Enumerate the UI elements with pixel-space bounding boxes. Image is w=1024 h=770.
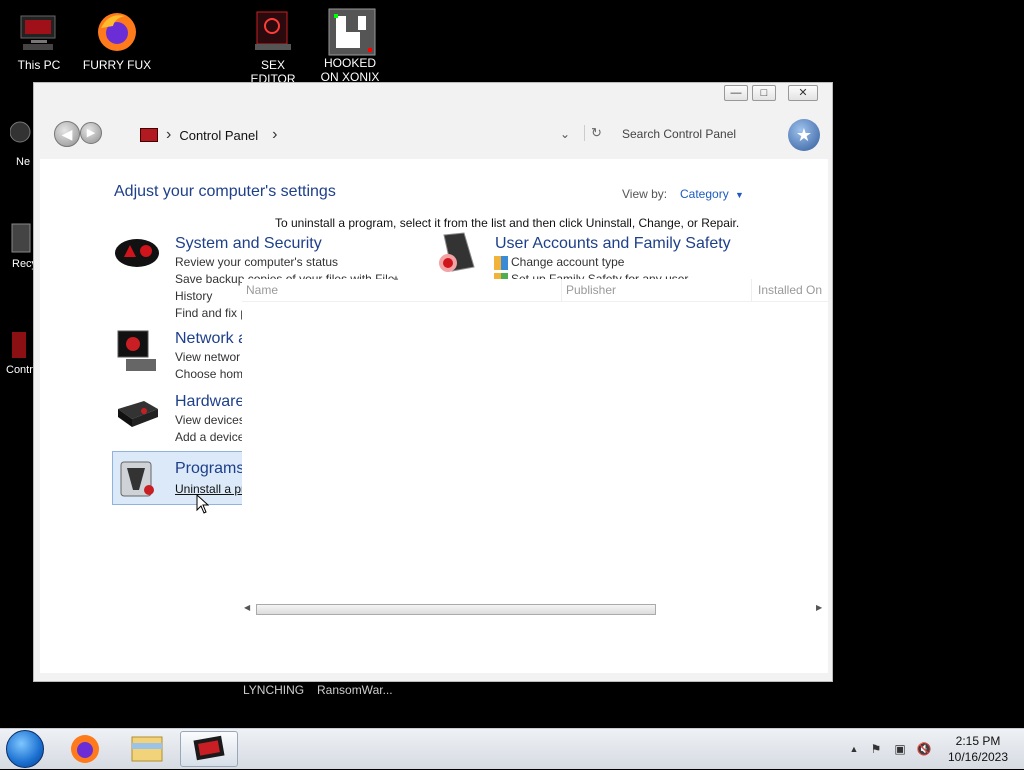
- favorites-star-icon[interactable]: ★: [788, 119, 820, 151]
- user-accounts-icon: [434, 231, 480, 275]
- control-panel-window: — □ ✕ ◀ ▶ › Control Panel › ⌄ ↻ Search C…: [33, 82, 833, 682]
- network-icon: [114, 327, 160, 371]
- desktop-icon-label: LYNCHING: [243, 683, 305, 697]
- column-header-installed-on[interactable]: Installed On: [754, 279, 828, 301]
- scroll-right-icon[interactable]: ▶: [816, 603, 822, 612]
- taskbar-firefox[interactable]: [58, 731, 112, 767]
- breadcrumb-separator[interactable]: ›: [272, 126, 277, 144]
- programs-icon: [117, 456, 157, 500]
- category-programs[interactable]: Programs: [175, 460, 244, 478]
- programs-list-panel: ▲ Name Publisher Installed On ◀ ▶: [242, 273, 828, 625]
- search-input[interactable]: Search Control Panel: [622, 127, 736, 141]
- link-uninstall-program[interactable]: Uninstall a pr: [175, 482, 245, 496]
- desktop-icon-label: RansomWar...: [317, 683, 393, 697]
- category-user-accounts[interactable]: User Accounts and Family Safety: [495, 235, 731, 253]
- editor-icon: [251, 10, 295, 54]
- view-by-value: Category: [680, 187, 729, 201]
- maximize-button[interactable]: □: [752, 85, 776, 101]
- taskbar-control-panel[interactable]: [180, 731, 238, 767]
- action-center-flag-icon[interactable]: ⚑: [868, 741, 884, 757]
- address-dropdown-button[interactable]: ⌄: [560, 127, 570, 141]
- mouse-cursor-icon: [196, 493, 210, 517]
- users-icon: [494, 256, 508, 270]
- link-change-account-type[interactable]: Change account type: [511, 255, 624, 269]
- taskbar-file-explorer[interactable]: [120, 731, 174, 767]
- horizontal-scrollbar[interactable]: ◀ ▶: [242, 603, 828, 617]
- link-review-status[interactable]: Review your computer's status: [175, 255, 338, 269]
- desktop-icon-furry-fux[interactable]: FURRY FUX: [81, 10, 153, 72]
- clock-time: 2:15 PM: [955, 734, 1001, 748]
- shield-icon: [114, 231, 160, 275]
- breadcrumb-separator[interactable]: ›: [166, 126, 171, 144]
- desktop-icon-this-pc[interactable]: This PC: [3, 10, 75, 72]
- column-header-name[interactable]: Name: [242, 279, 562, 301]
- column-header-publisher[interactable]: Publisher: [562, 279, 752, 301]
- view-by-label: View by:: [622, 187, 668, 201]
- breadcrumb-control-panel[interactable]: Control Panel: [179, 128, 258, 143]
- link-find-fix[interactable]: Find and fix p: [175, 306, 247, 320]
- show-hidden-icons-icon[interactable]: ▲: [846, 741, 862, 757]
- minimize-button[interactable]: —: [724, 85, 748, 101]
- category-system-security[interactable]: System and Security: [175, 235, 322, 253]
- back-button[interactable]: ◀: [54, 121, 80, 147]
- refresh-icon[interactable]: ↻: [584, 125, 602, 141]
- desktop-icon-label: This PC: [17, 58, 61, 72]
- breadcrumb: › Control Panel ›: [140, 125, 277, 145]
- desktop-icon-label: HOOKED ON XONIX: [320, 56, 380, 84]
- page-title: Adjust your computer's settings: [114, 183, 336, 200]
- scroll-left-icon[interactable]: ◀: [244, 603, 250, 612]
- xonix-icon: [328, 8, 376, 56]
- link-add-device[interactable]: Add a device: [175, 430, 244, 444]
- start-button[interactable]: [6, 730, 44, 768]
- link-view-devices[interactable]: View devices: [175, 413, 245, 427]
- close-button[interactable]: ✕: [788, 85, 818, 101]
- volume-muted-icon[interactable]: 🔇: [916, 741, 932, 757]
- content-area: Adjust your computer's settings View by:…: [40, 159, 828, 673]
- view-by-dropdown[interactable]: Category ▼: [680, 187, 744, 201]
- link-view-network[interactable]: View networ: [175, 350, 240, 364]
- control-panel-icon: [140, 128, 158, 142]
- desktop-icon-hooked-on-xonix[interactable]: HOOKED ON XONIX: [314, 8, 386, 84]
- forward-button[interactable]: ▶: [80, 122, 102, 144]
- navigation-bar: ◀ ▶ › Control Panel › ⌄ ↻ Search Control…: [40, 107, 828, 157]
- category-hardware[interactable]: Hardware: [175, 393, 244, 411]
- taskbar: ▲ ⚑ ▣ 🔇 2:15 PM 10/16/2023: [0, 728, 1024, 769]
- clock[interactable]: 2:15 PM 10/16/2023: [940, 733, 1016, 765]
- programs-list-body[interactable]: [242, 301, 828, 598]
- firefox-icon: [95, 10, 139, 54]
- uninstall-instruction: To uninstall a program, select it from t…: [275, 216, 740, 230]
- clock-date: 10/16/2023: [947, 750, 1009, 764]
- link-history[interactable]: History: [175, 289, 212, 303]
- desktop-icon-lynching[interactable]: LYNCHING: [243, 683, 304, 697]
- network-tray-icon[interactable]: ▣: [892, 741, 908, 757]
- computer-icon: [17, 10, 61, 54]
- category-network[interactable]: Network a: [175, 330, 247, 348]
- desktop-icon-sex-editor[interactable]: SEX EDITOR: [237, 10, 309, 86]
- desktop-icon-label: FURRY FUX: [82, 58, 152, 72]
- link-choose-homegroup[interactable]: Choose hom: [175, 367, 243, 381]
- dropdown-arrow-icon: ▼: [735, 190, 744, 200]
- scrollbar-thumb[interactable]: [256, 604, 656, 615]
- hardware-icon: [114, 393, 160, 437]
- desktop-icon-ransomware[interactable]: RansomWar...: [317, 683, 393, 697]
